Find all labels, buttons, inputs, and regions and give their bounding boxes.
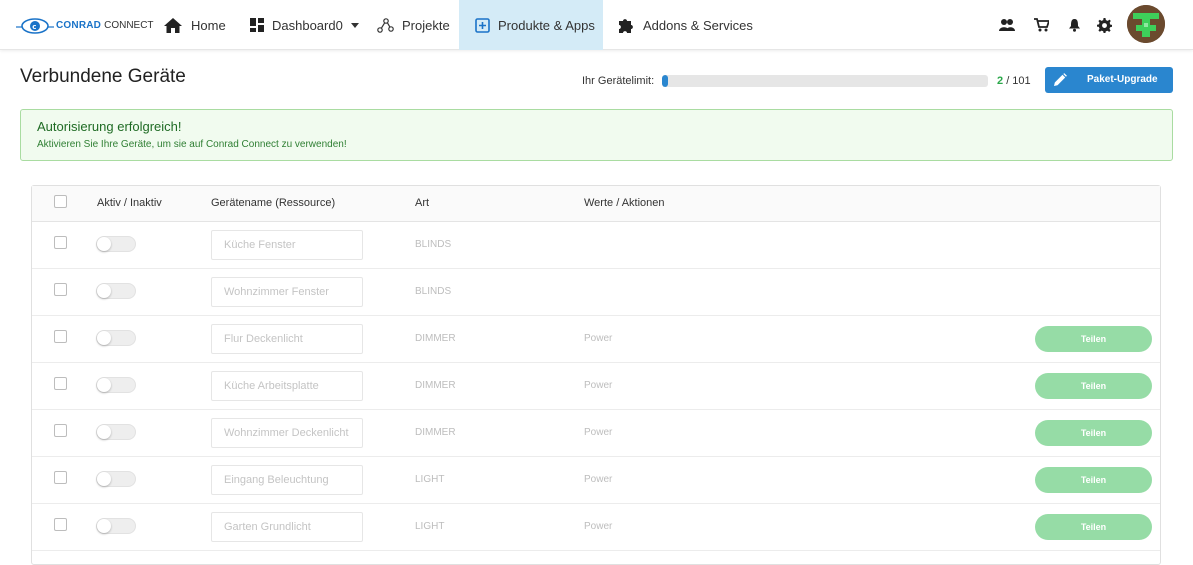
device-limit-used: 2 xyxy=(997,75,1004,87)
device-name-input[interactable]: Garten Grundlicht xyxy=(211,512,363,542)
active-toggle[interactable] xyxy=(96,471,136,487)
toggle-knob xyxy=(97,378,111,392)
share-button[interactable]: Teilen xyxy=(1035,420,1152,446)
table-row: Garten Grundlicht LIGHT Power Teilen xyxy=(32,504,1160,551)
active-toggle[interactable] xyxy=(96,330,136,346)
row-checkbox[interactable] xyxy=(54,424,67,437)
svg-text:c: c xyxy=(32,23,36,31)
page-title: Verbundene Geräte xyxy=(20,66,186,87)
nav-addons-label: Addons & Services xyxy=(643,17,753,33)
nav-projects-label: Projekte xyxy=(402,17,450,33)
device-name-input[interactable]: Flur Deckenlicht xyxy=(211,324,363,354)
device-value: Power xyxy=(584,333,613,344)
header-active: Aktiv / Inaktiv xyxy=(97,197,162,209)
device-type: DIMMER xyxy=(415,427,456,438)
device-value: Power xyxy=(584,380,613,391)
users-icon[interactable] xyxy=(999,17,1015,33)
user-avatar[interactable] xyxy=(1127,5,1165,43)
row-checkbox[interactable] xyxy=(54,283,67,296)
toggle-knob xyxy=(97,331,111,345)
toggle-knob xyxy=(97,284,111,298)
table-row: Küche Arbeitsplatte DIMMER Power Teilen xyxy=(32,363,1160,410)
device-limit-count: 2 / 101 xyxy=(997,75,1031,87)
toggle-knob xyxy=(97,472,111,486)
device-limit-progress-fill xyxy=(662,75,669,87)
header-type: Art xyxy=(415,197,430,209)
active-toggle[interactable] xyxy=(96,424,136,440)
cart-icon[interactable] xyxy=(1033,17,1049,33)
toggle-knob xyxy=(97,237,111,251)
device-type: DIMMER xyxy=(415,333,456,344)
top-navigation: c CONRAD CONNECT Home Dashboard0 Projekt… xyxy=(0,0,1193,50)
share-button[interactable]: Teilen xyxy=(1035,373,1152,399)
device-value: Power xyxy=(584,427,613,438)
nav-home[interactable]: Home xyxy=(163,0,226,50)
puzzle-icon xyxy=(618,17,635,33)
table-row: Wohnzimmer Deckenlicht DIMMER Power Teilen xyxy=(32,410,1160,457)
device-name-input[interactable]: Küche Arbeitsplatte xyxy=(211,371,363,401)
alert-message: Aktivieren Sie Ihre Geräte, um sie auf C… xyxy=(37,139,347,150)
devices-table: Aktiv / Inaktiv Gerätename (Ressource) A… xyxy=(31,185,1161,565)
nav-dashboard-label: Dashboard0 xyxy=(272,17,343,33)
pencil-icon xyxy=(1053,73,1067,90)
caret-down-icon xyxy=(350,22,359,28)
device-type: BLINDS xyxy=(415,286,452,297)
nav-dashboard-dropdown[interactable]: Dashboard0 xyxy=(250,0,359,50)
row-checkbox[interactable] xyxy=(54,377,67,390)
table-row: Flur Deckenlicht DIMMER Power Teilen xyxy=(32,316,1160,363)
device-limit-total: / 101 xyxy=(1006,75,1031,87)
active-toggle[interactable] xyxy=(96,283,136,299)
package-upgrade-label: Paket-Upgrade xyxy=(1087,74,1158,85)
device-type: DIMMER xyxy=(415,380,456,391)
device-value: Power xyxy=(584,521,613,532)
header-values-actions: Werte / Aktionen xyxy=(584,197,665,209)
table-header: Aktiv / Inaktiv Gerätename (Ressource) A… xyxy=(32,186,1160,222)
nav-products-label: Produkte & Apps xyxy=(498,17,595,33)
conrad-connect-logo[interactable]: c CONRAD CONNECT xyxy=(16,14,154,36)
device-value: Power xyxy=(584,474,613,485)
device-name-input[interactable]: Eingang Beleuchtung xyxy=(211,465,363,495)
brand-name: CONRAD xyxy=(56,19,102,31)
brand-suffix: CONNECT xyxy=(104,19,154,31)
row-checkbox[interactable] xyxy=(54,471,67,484)
nav-addons-services[interactable]: Addons & Services xyxy=(618,0,753,50)
package-upgrade-button[interactable]: Paket-Upgrade xyxy=(1045,67,1173,93)
nav-products-apps[interactable]: Produkte & Apps xyxy=(459,0,603,50)
device-type: BLINDS xyxy=(415,239,452,250)
device-name-input[interactable]: Küche Fenster xyxy=(211,230,363,260)
share-button[interactable]: Teilen xyxy=(1035,326,1152,352)
row-checkbox[interactable] xyxy=(54,236,67,249)
logo-icon: c xyxy=(16,18,54,34)
row-checkbox[interactable] xyxy=(54,330,67,343)
share-button[interactable]: Teilen xyxy=(1035,467,1152,493)
select-all-checkbox[interactable] xyxy=(54,195,67,208)
device-name-input[interactable]: Wohnzimmer Deckenlicht xyxy=(211,418,363,448)
plus-square-icon xyxy=(475,17,490,33)
active-toggle[interactable] xyxy=(96,377,136,393)
projects-icon xyxy=(377,17,394,33)
success-alert: Autorisierung erfolgreich! Aktivieren Si… xyxy=(20,109,1173,161)
active-toggle[interactable] xyxy=(96,236,136,252)
header-device-name: Gerätename (Ressource) xyxy=(211,197,336,209)
device-limit-label: Ihr Gerätelimit: xyxy=(582,75,655,87)
device-type: LIGHT xyxy=(415,521,445,532)
bell-icon[interactable] xyxy=(1066,17,1082,33)
table-row: Eingang Beleuchtung LIGHT Power Teilen xyxy=(32,457,1160,504)
device-limit-progress-bar xyxy=(662,75,988,87)
toggle-knob xyxy=(97,425,111,439)
nav-projects[interactable]: Projekte xyxy=(377,0,450,50)
share-button[interactable]: Teilen xyxy=(1035,514,1152,540)
table-row: Küche Fenster BLINDS xyxy=(32,222,1160,269)
toggle-knob xyxy=(97,519,111,533)
alert-title: Autorisierung erfolgreich! xyxy=(37,119,182,134)
gear-icon[interactable] xyxy=(1096,17,1112,33)
device-type: LIGHT xyxy=(415,474,445,485)
active-toggle[interactable] xyxy=(96,518,136,534)
home-icon xyxy=(163,17,183,34)
dashboard-icon xyxy=(250,18,264,32)
nav-home-label: Home xyxy=(191,17,226,33)
row-checkbox[interactable] xyxy=(54,518,67,531)
table-row: Wohnzimmer Fenster BLINDS xyxy=(32,269,1160,316)
device-name-input[interactable]: Wohnzimmer Fenster xyxy=(211,277,363,307)
